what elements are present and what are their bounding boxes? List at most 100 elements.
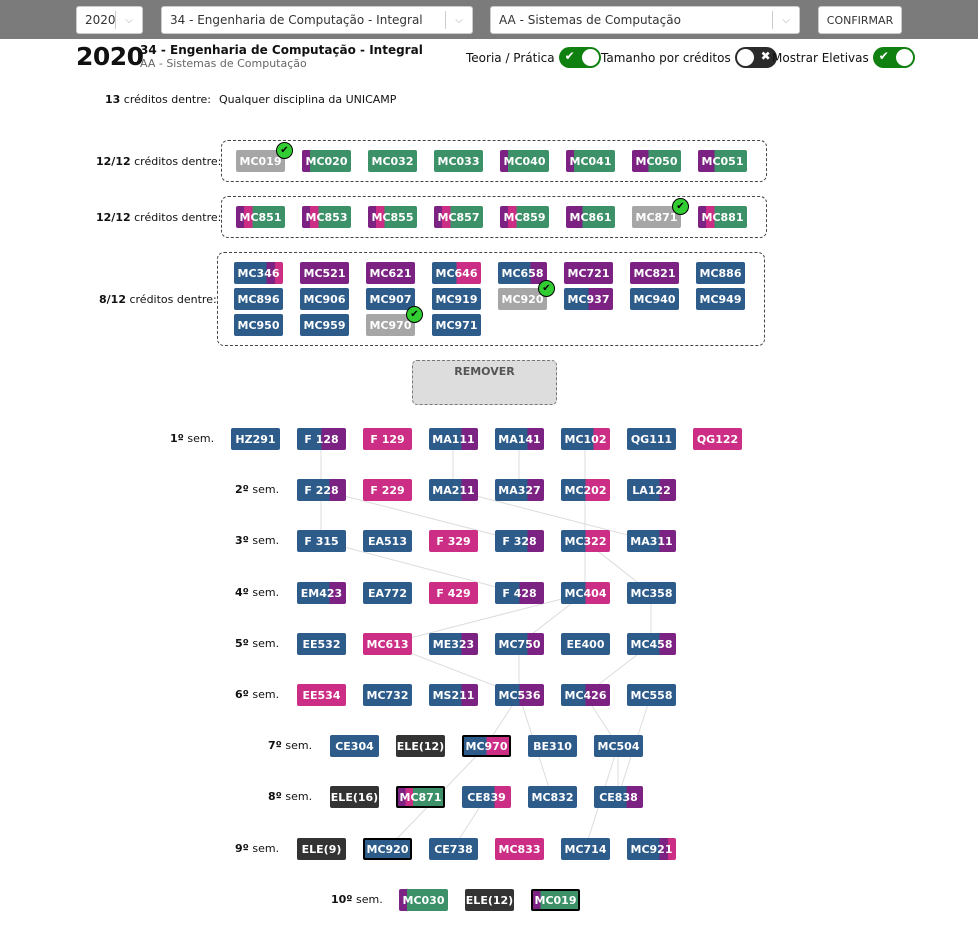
course-chip[interactable]: MC646 (432, 262, 481, 284)
course-chip[interactable]: MC833 (495, 838, 544, 860)
course-chip[interactable]: MC950 (234, 314, 283, 336)
course-chip[interactable]: EA513 (363, 530, 412, 552)
course-chip[interactable]: MC851 (236, 206, 285, 228)
course-chip[interactable]: MC426 (561, 684, 610, 706)
course-chip[interactable]: MC937 (564, 288, 613, 310)
course-chip[interactable]: MC030 (399, 889, 448, 911)
course-chip[interactable]: F 315 (297, 530, 346, 552)
course-chip[interactable]: QG122 (693, 428, 742, 450)
course-select[interactable]: 34 - Engenharia de Computação - Integral… (161, 6, 473, 34)
course-chip[interactable]: MC970 (462, 735, 511, 757)
course-chip[interactable]: MC658 (498, 262, 547, 284)
course-chip[interactable]: MC832 (528, 786, 577, 808)
course-chip[interactable]: EE532 (297, 633, 346, 655)
course-chip[interactable]: EE400 (561, 633, 610, 655)
course-chip[interactable]: EA772 (363, 582, 412, 604)
course-chip[interactable]: MC949 (696, 288, 745, 310)
course-chip[interactable]: CE838 (594, 786, 643, 808)
theory-practice-toggle[interactable]: ✔ (558, 47, 601, 68)
year-select[interactable]: 2020 ⌵ (76, 6, 143, 34)
course-chip[interactable]: MC906 (300, 288, 349, 310)
course-chip[interactable]: HZ291 (231, 428, 280, 450)
show-electives-toggle[interactable]: ✔ (872, 47, 915, 68)
course-chip[interactable]: MA111 (429, 428, 478, 450)
course-chip[interactable]: MC621 (366, 262, 415, 284)
chevron-down-icon: ⌵ (125, 14, 133, 26)
course-chip[interactable]: MC202 (561, 479, 610, 501)
course-chip[interactable]: MC959 (300, 314, 349, 336)
course-chip[interactable]: F 229 (363, 479, 412, 501)
course-chip[interactable]: MS211 (429, 684, 478, 706)
course-chip[interactable]: ELE(12) (396, 735, 445, 757)
course-chip[interactable]: CE738 (429, 838, 478, 860)
course-chip[interactable]: CE304 (330, 735, 379, 757)
course-chip[interactable]: MC521 (300, 262, 349, 284)
course-chip[interactable]: MC714 (561, 838, 610, 860)
course-chip[interactable]: F 328 (495, 530, 544, 552)
course-chip[interactable]: MC855 (368, 206, 417, 228)
chevron-down-icon: ⌵ (782, 14, 790, 26)
course-chip[interactable]: MC346 (234, 262, 283, 284)
course-chip[interactable]: F 128 (297, 428, 346, 450)
remove-dropzone[interactable]: REMOVER (412, 360, 557, 405)
course-chip[interactable]: F 428 (495, 582, 544, 604)
course-chip[interactable]: MC050 (632, 150, 681, 172)
course-chip[interactable]: BE310 (528, 735, 577, 757)
course-chip[interactable]: LA122 (627, 479, 676, 501)
course-chip[interactable]: MC750 (495, 633, 544, 655)
course-chip[interactable]: MC613 (363, 633, 412, 655)
course-chip[interactable]: EM423 (297, 582, 346, 604)
course-chip[interactable]: MC920 (363, 838, 412, 860)
course-chip[interactable]: MC558 (627, 684, 676, 706)
course-chip[interactable]: MC536 (495, 684, 544, 706)
course-chip[interactable]: CE839 (462, 786, 511, 808)
confirm-button[interactable]: CONFIRMAR (818, 6, 902, 34)
course-chip[interactable]: MC881 (698, 206, 747, 228)
course-chip[interactable]: MA311 (627, 530, 676, 552)
course-chip[interactable]: MC102 (561, 428, 610, 450)
course-chip[interactable]: F 429 (429, 582, 478, 604)
course-chip[interactable]: MC322 (561, 530, 610, 552)
credit-size-toggle[interactable]: ✖ (734, 47, 777, 68)
course-chip[interactable]: ME323 (429, 633, 478, 655)
course-chip[interactable]: MC358 (627, 582, 676, 604)
course-chip[interactable]: MA211 (429, 479, 478, 501)
course-chip[interactable]: MC919 (432, 288, 481, 310)
course-chip[interactable]: MA327 (495, 479, 544, 501)
course-chip[interactable]: ELE(16) (330, 786, 379, 808)
course-chip[interactable]: MC859 (500, 206, 549, 228)
course-chip[interactable]: MC721 (564, 262, 613, 284)
course-chip[interactable]: MC857 (434, 206, 483, 228)
course-chip[interactable]: MC504 (594, 735, 643, 757)
course-chip[interactable]: MC040 (500, 150, 549, 172)
course-chip[interactable]: F 329 (429, 530, 478, 552)
course-chip[interactable]: MC821 (630, 262, 679, 284)
course-chip[interactable]: MC032 (368, 150, 417, 172)
modality-select[interactable]: AA - Sistemas de Computação ⌵ (490, 6, 800, 34)
course-chip[interactable]: MC886 (696, 262, 745, 284)
course-chip[interactable]: EE534 (297, 684, 346, 706)
course-chip[interactable]: MC404 (561, 582, 610, 604)
course-chip[interactable]: MC971 (432, 314, 481, 336)
course-chip[interactable]: MC051 (698, 150, 747, 172)
course-chip[interactable]: MC861 (566, 206, 615, 228)
course-chip[interactable]: MC896 (234, 288, 283, 310)
theory-practice-label: Teoria / Prática (466, 50, 555, 65)
course-chip[interactable]: MC871 (396, 786, 445, 808)
course-chip[interactable]: MC732 (363, 684, 412, 706)
course-chip[interactable]: MC458 (627, 633, 676, 655)
course-chip[interactable]: F 228 (297, 479, 346, 501)
course-chip[interactable]: ELE(12) (465, 889, 514, 911)
course-chip[interactable]: MC041 (566, 150, 615, 172)
course-chip[interactable]: MC907 (366, 288, 415, 310)
course-chip[interactable]: MC940 (630, 288, 679, 310)
course-chip[interactable]: F 129 (363, 428, 412, 450)
course-chip[interactable]: MA141 (495, 428, 544, 450)
course-chip[interactable]: MC921 (627, 838, 676, 860)
course-chip[interactable]: MC853 (302, 206, 351, 228)
course-chip[interactable]: MC020 (302, 150, 351, 172)
course-chip[interactable]: MC019 (531, 889, 580, 911)
course-chip[interactable]: QG111 (627, 428, 676, 450)
course-chip[interactable]: MC033 (434, 150, 483, 172)
course-chip[interactable]: ELE(9) (297, 838, 346, 860)
